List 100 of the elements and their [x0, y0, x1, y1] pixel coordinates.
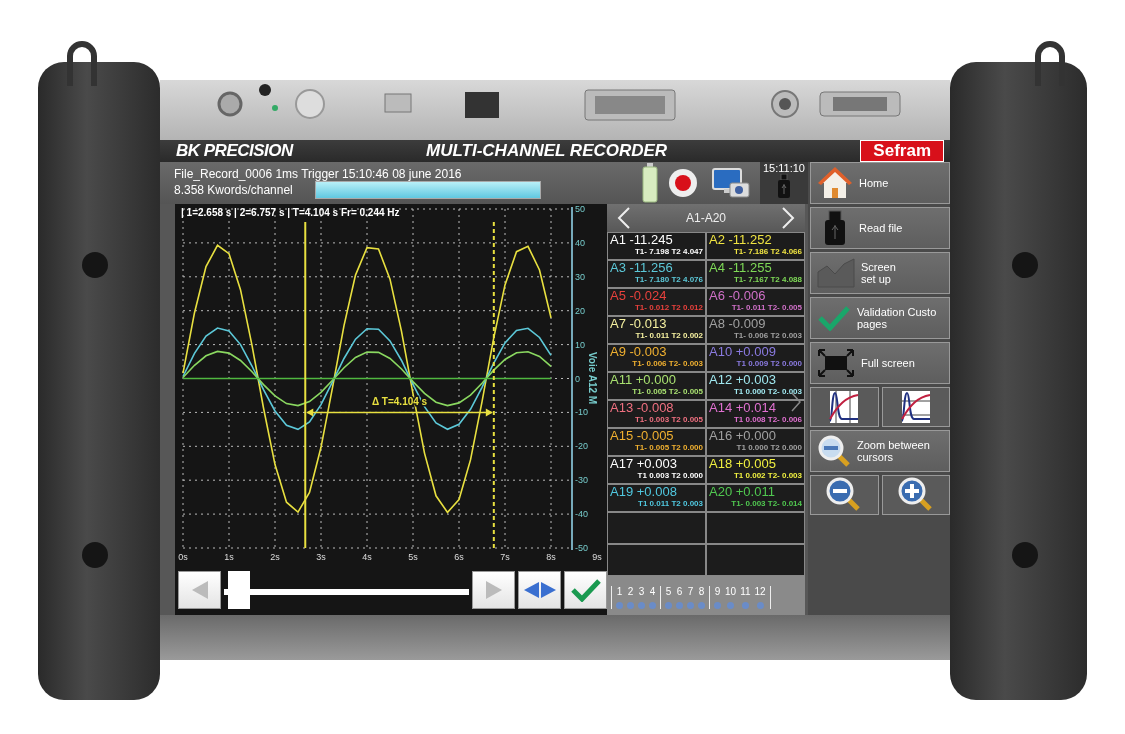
- axis-label: 5s: [408, 552, 418, 562]
- channel-dot-icon: [649, 602, 656, 609]
- monitor-camera-icon: [712, 167, 750, 199]
- chevron-right-icon[interactable]: [791, 392, 801, 412]
- group-number[interactable]: 10: [725, 586, 737, 597]
- channel-dot-icon: [627, 602, 634, 609]
- channel-reading: A1 -11.245: [610, 233, 673, 247]
- group-number[interactable]: 3: [638, 586, 645, 597]
- cursor-values: T1- 7.180 T2 4.076: [634, 275, 703, 285]
- channel-reading: A5 -0.024: [610, 289, 667, 303]
- channel-reading: A9 -0.003: [610, 345, 667, 359]
- cursor-line[interactable]: [492, 221, 495, 549]
- swap-cursors-button[interactable]: [518, 571, 561, 609]
- menu-button[interactable]: Read file: [810, 207, 950, 249]
- group-number[interactable]: 7: [687, 586, 694, 597]
- channel-cell[interactable]: A6 -0.006 T1- 0.011 T2- 0.005: [706, 288, 805, 316]
- menu-button[interactable]: Home: [810, 162, 950, 204]
- channel-cell[interactable]: A10 +0.009 T1 0.009 T2 0.000: [706, 344, 805, 372]
- group-number[interactable]: 1: [616, 586, 623, 597]
- channel-cell[interactable]: A5 -0.024 T1- 0.012 T2 0.012: [607, 288, 706, 316]
- channel-cell[interactable]: A14 +0.014 T1 0.008 T2- 0.006: [706, 400, 805, 428]
- group-number[interactable]: 8: [698, 586, 705, 597]
- group-number[interactable]: 5: [665, 586, 672, 597]
- check-icon: [570, 578, 601, 602]
- cursor-values: T1 0.011 T2 0.003: [638, 499, 703, 509]
- axis-label: 4s: [362, 552, 372, 562]
- menu-button[interactable]: Screen set up: [810, 252, 950, 294]
- scroll-right-button[interactable]: [472, 571, 515, 609]
- cursor-values: T1- 0.006 T2 0.003: [733, 331, 802, 341]
- menu-button[interactable]: Zoom between cursors: [810, 430, 950, 472]
- check-icon: [817, 305, 851, 331]
- axis-label: -50: [575, 543, 588, 553]
- group-number[interactable]: 12: [754, 586, 766, 597]
- channel-page-label: A1-A20: [686, 211, 726, 225]
- screw-hole: [82, 542, 108, 568]
- axis-label: 3s: [316, 552, 326, 562]
- channel-cell[interactable]: A13 -0.008 T1- 0.003 T2 0.005: [607, 400, 706, 428]
- axis-label: -40: [575, 509, 588, 520]
- cursor-mode-button[interactable]: [881, 387, 950, 427]
- cursor-values: T1- 0.011 T2- 0.005: [731, 303, 802, 313]
- cursor-mode-button[interactable]: [810, 387, 879, 427]
- channel-cell[interactable]: A9 -0.003 T1- 0.006 T2- 0.003: [607, 344, 706, 372]
- axis-label: 6s: [454, 552, 464, 562]
- cursor-values: T1- 0.003 T2- 0.014: [731, 499, 802, 509]
- channel-reading: A19 +0.008: [610, 485, 677, 499]
- chevron-left-icon[interactable]: [617, 207, 631, 229]
- channel-cell[interactable]: A7 -0.013 T1- 0.011 T2 0.002: [607, 316, 706, 344]
- channel-cell[interactable]: A11 +0.000 T1- 0.005 T2- 0.005: [607, 372, 706, 400]
- scroll-left-button[interactable]: [178, 571, 221, 609]
- channel-cell[interactable]: A17 +0.003 T1 0.003 T2 0.000: [607, 456, 706, 484]
- channel-cell[interactable]: A18 +0.005 T1 0.002 T2- 0.003: [706, 456, 805, 484]
- zoom-out-button[interactable]: [810, 475, 879, 515]
- cursor-values: T1- 0.011 T2 0.002: [635, 331, 703, 341]
- cursor-values: T1- 7.167 T2 4.088: [733, 275, 802, 285]
- scroll-thumb[interactable]: [228, 571, 250, 609]
- channel-cell[interactable]: A2 -11.252 T1- 7.186 T2 4.066: [706, 232, 805, 260]
- screw-hole: [1012, 542, 1038, 568]
- channel-cell[interactable]: A4 -11.255 T1- 7.167 T2 4.088: [706, 260, 805, 288]
- axis-title: Voie A12 M: [587, 351, 598, 405]
- axis-label: 50: [575, 204, 585, 214]
- cursor-values: T1- 0.003 T2 0.005: [634, 415, 703, 425]
- menu-button[interactable]: Validation Custo pages: [810, 297, 950, 339]
- channel-cell[interactable]: A20 +0.011 T1- 0.003 T2- 0.014: [706, 484, 805, 512]
- channel-cell[interactable]: A3 -11.256 T1- 7.180 T2 4.076: [607, 260, 706, 288]
- channel-reading: A8 -0.009: [709, 317, 766, 331]
- channel-cell[interactable]: A12 +0.003 T1 0.000 T2- 0.003: [706, 372, 805, 400]
- axis-label: 2s: [270, 552, 280, 562]
- axis-label: 1s: [224, 552, 234, 562]
- cursor-values: T1- 0.005 T2 0.000: [634, 443, 703, 453]
- menu-button[interactable]: Full screen: [810, 342, 950, 384]
- axis-label: 7s: [500, 552, 510, 562]
- group-number[interactable]: 11: [740, 586, 751, 597]
- group-number[interactable]: 2: [627, 586, 634, 597]
- axis-label: 9s: [592, 552, 602, 562]
- axis-label: 20: [575, 305, 585, 316]
- zoom-in-icon: [897, 477, 934, 513]
- channel-cell[interactable]: A16 +0.000 T1 0.000 T2 0.000: [706, 428, 805, 456]
- axis-label: 10: [575, 339, 585, 350]
- confirm-button[interactable]: [564, 571, 607, 609]
- brand-logo: BK PRECISION: [176, 141, 295, 161]
- left-triangle-icon: [191, 581, 208, 599]
- cursor-values: T1 0.008 T2- 0.006: [733, 415, 802, 425]
- channel-cell[interactable]: A19 +0.008 T1 0.011 T2 0.003: [607, 484, 706, 512]
- channel-dot-icon: [756, 602, 764, 609]
- battery-icon: [642, 163, 658, 203]
- channel-reading: A16 +0.000: [709, 429, 776, 443]
- channel-cell[interactable]: A8 -0.009 T1- 0.006 T2 0.003: [706, 316, 805, 344]
- channel-reading: A17 +0.003: [610, 457, 677, 471]
- channel-reading: A20 +0.011: [709, 485, 775, 499]
- axis-label: 0s: [178, 552, 188, 562]
- channel-cell[interactable]: A1 -11.245 T1- 7.198 T2 4.047: [607, 232, 706, 260]
- group-number[interactable]: 4: [649, 586, 656, 597]
- group-number[interactable]: 9: [714, 586, 721, 597]
- cursor-values: T1- 0.005 T2- 0.005: [632, 387, 703, 397]
- group-number[interactable]: 6: [676, 586, 683, 597]
- cursor-line[interactable]: [304, 221, 307, 549]
- memory-info: 8.358 Kwords/channel: [174, 183, 293, 197]
- channel-cell[interactable]: A15 -0.005 T1- 0.005 T2 0.000: [607, 428, 706, 456]
- zoom-in-button[interactable]: [881, 475, 950, 515]
- channel-reading: A7 -0.013: [610, 317, 667, 331]
